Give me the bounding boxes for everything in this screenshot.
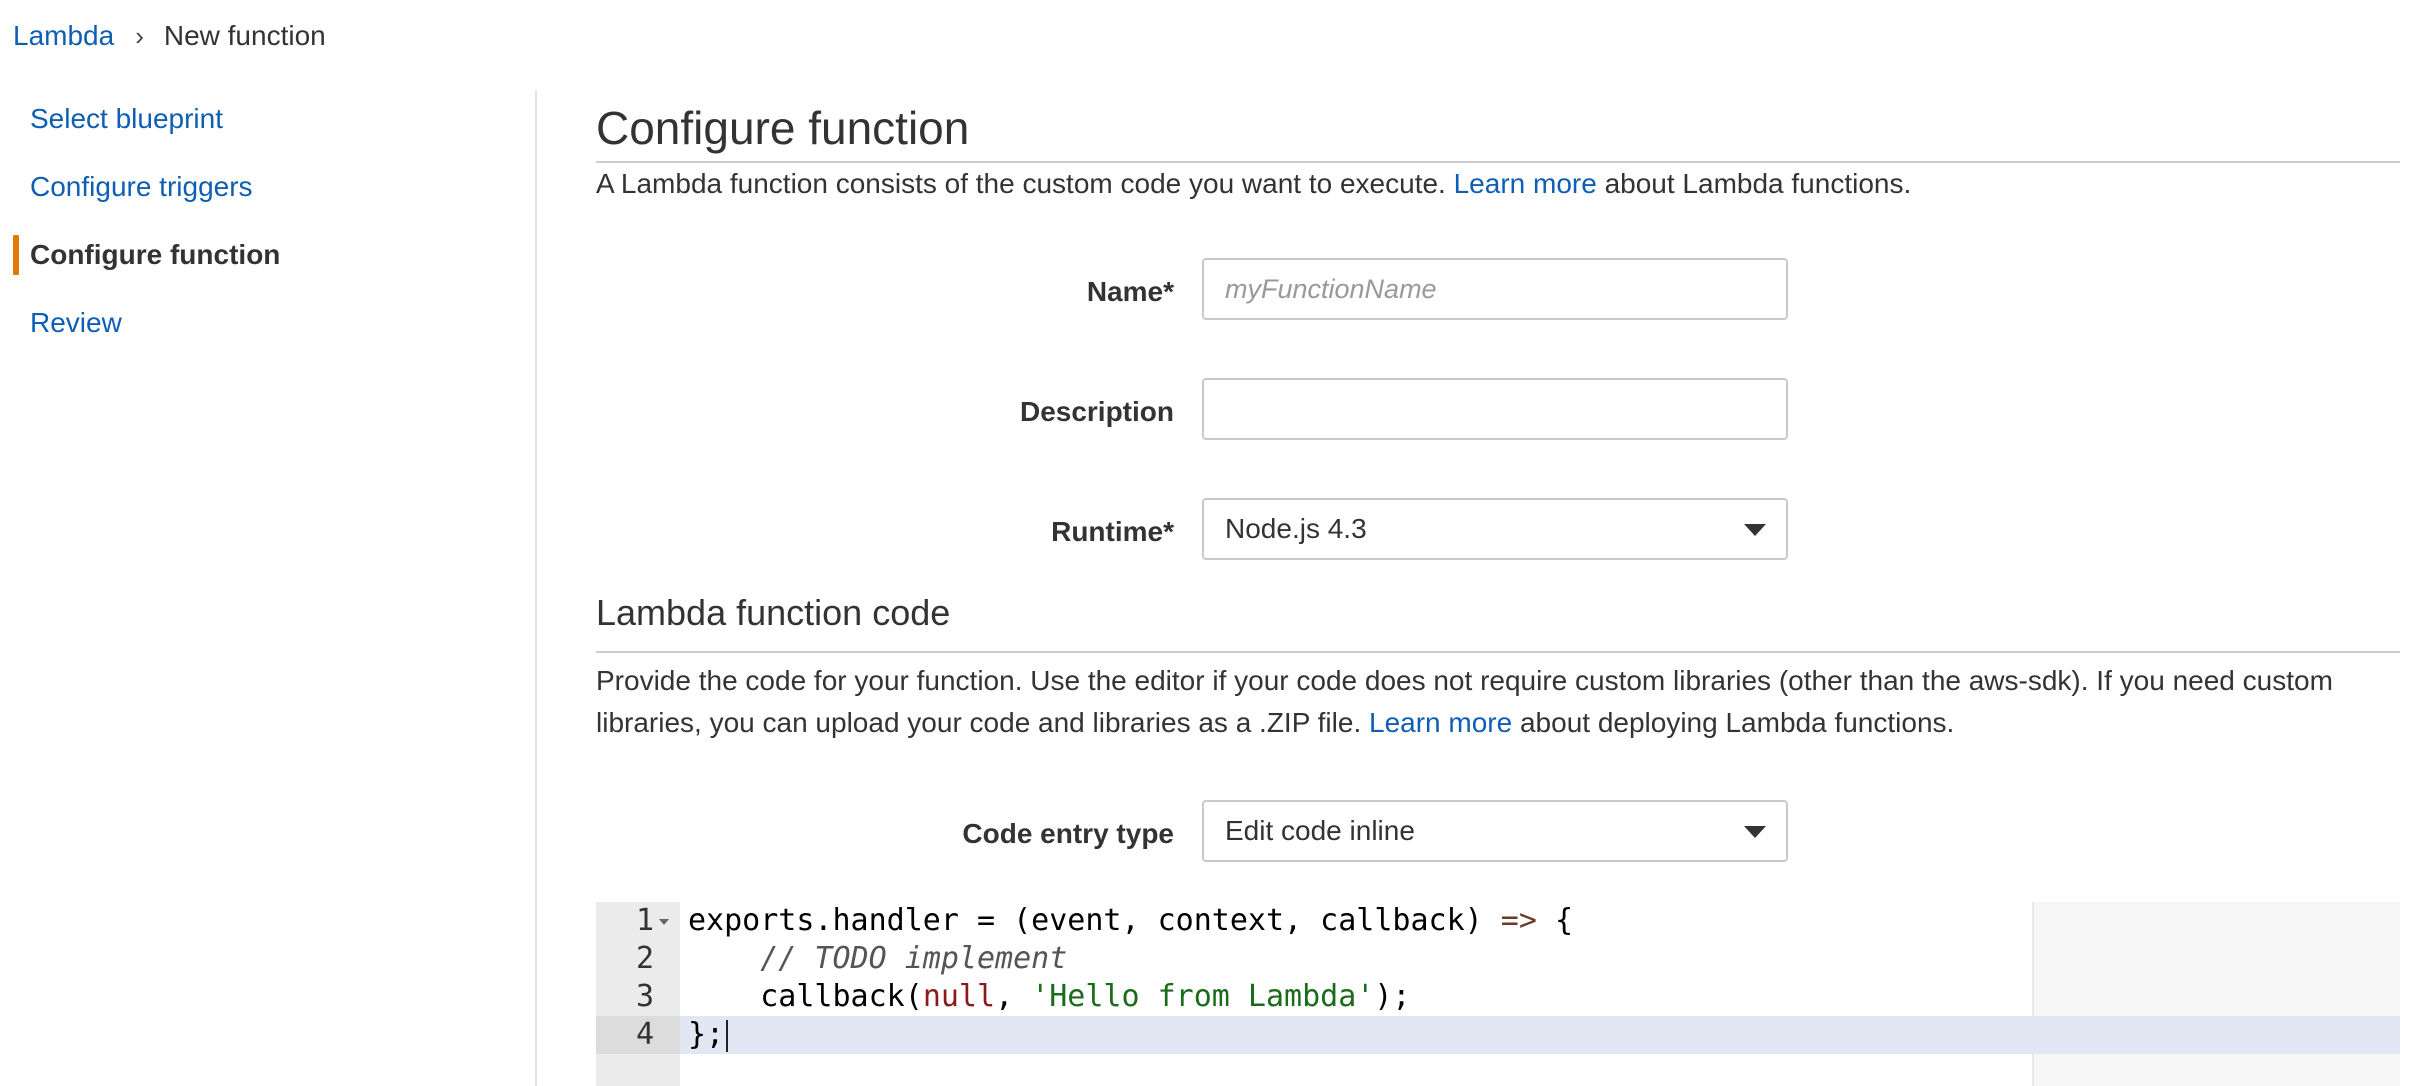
code-line[interactable]: }; (688, 1016, 729, 1054)
description-input[interactable] (1204, 380, 1786, 438)
page-title: Configure function (596, 102, 970, 154)
sidebar-item-configure-function[interactable]: Configure function (30, 235, 280, 275)
name-input[interactable] (1204, 260, 1786, 318)
code-editor[interactable]: 1 2 3 4 exports.handler = (event, contex… (596, 902, 2400, 1086)
code-token: => (1500, 903, 1537, 938)
breadcrumb-current: New function (163, 20, 326, 51)
sidebar-item-configure-triggers[interactable]: Configure triggers (30, 167, 253, 207)
name-label: Name* (1086, 276, 1174, 307)
intro-text: A Lambda function consists of the custom… (596, 168, 1912, 199)
sidebar-item-select-blueprint[interactable]: Select blueprint (30, 99, 223, 139)
code-section-divider (596, 651, 2400, 653)
learn-more-link[interactable]: Learn more (1454, 168, 1597, 199)
code-section-description: Provide the code for your function. Use … (596, 665, 2333, 738)
description-label: Description (1019, 396, 1174, 427)
line-number: 4 (635, 1017, 654, 1052)
editor-print-margin-area (2034, 902, 2400, 1086)
line-number: 2 (635, 941, 654, 976)
code-section-title: Lambda function code (596, 592, 951, 633)
editor-print-margin (2032, 902, 2034, 1086)
breadcrumb: Lambda › New function (13, 14, 326, 58)
wizard-sidebar: Select blueprint Configure triggers Conf… (0, 90, 537, 1086)
runtime-label: Runtime* (1051, 516, 1174, 547)
line-number: 3 (635, 979, 654, 1014)
title-divider (596, 161, 2400, 163)
line-number: 1 (635, 903, 654, 938)
editor-active-line (680, 1016, 2400, 1054)
code-token: 'Hello from Lambda' (1031, 979, 1375, 1014)
code-token: ); (1374, 979, 1411, 1014)
active-step-indicator (13, 235, 19, 275)
runtime-select[interactable]: Node.js 4.3 (1202, 498, 1788, 560)
breadcrumb-lambda-link[interactable]: Lambda (13, 14, 114, 58)
code-entry-type-select[interactable]: Edit code inline (1202, 800, 1788, 862)
text-cursor (726, 1019, 729, 1052)
code-token: exports.handler = (event, context, callb… (688, 903, 1501, 938)
code-line[interactable]: callback(null, 'Hello from Lambda'); (688, 978, 1410, 1016)
code-token: }; (688, 1017, 725, 1052)
code-token: { (1536, 903, 1574, 938)
fold-toggle-icon[interactable] (659, 919, 669, 925)
code-entry-type-selected-value: Edit code inline (1225, 815, 1415, 846)
code-token: , (995, 979, 1032, 1014)
description-field (1202, 378, 1788, 440)
caret-down-icon (1744, 524, 1766, 536)
caret-down-icon (1744, 826, 1766, 838)
sidebar-item-review[interactable]: Review (30, 303, 122, 343)
code-line[interactable]: // TODO implement (688, 940, 1067, 978)
learn-more-deploying-link[interactable]: Learn more (1369, 707, 1512, 738)
code-token: null (922, 979, 996, 1014)
code-token: // TODO implement (760, 941, 1068, 976)
runtime-selected-value: Node.js 4.3 (1225, 513, 1367, 544)
name-field (1202, 258, 1788, 320)
code-token: callback( (688, 979, 923, 1014)
chevron-right-icon: › (135, 21, 144, 51)
code-entry-type-label: Code entry type (962, 818, 1174, 849)
code-line[interactable]: exports.handler = (event, context, callb… (688, 902, 1573, 940)
